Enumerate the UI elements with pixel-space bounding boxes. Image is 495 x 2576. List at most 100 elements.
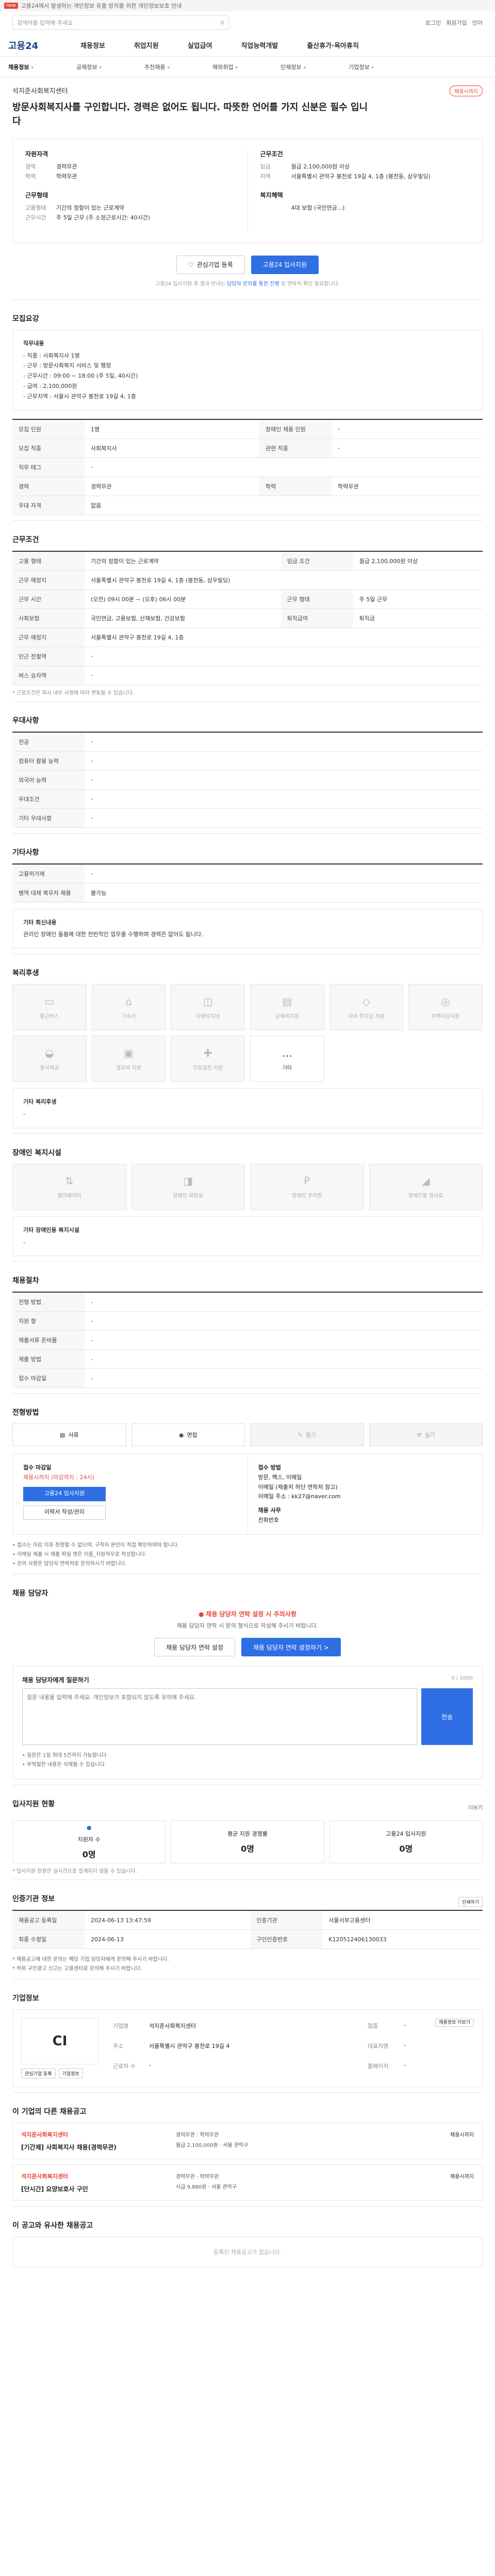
site-logo[interactable]: 고용24 [8,39,65,52]
kv-value: 월급 2,100,000원 이상 [291,163,350,170]
chevron-down-icon: ▾ [303,65,306,71]
subnav-item[interactable]: 채용정보 ▾ [8,63,76,71]
other-due: 채용시까지 [450,2132,474,2139]
table-row: 직무 태그 - [12,457,483,477]
login-link[interactable]: 로그인 [425,19,441,27]
menu-support[interactable]: 취업지원 [134,40,159,50]
search-icon[interactable]: ⚲ [220,20,224,26]
kv-key [260,204,291,213]
menu-unemployment[interactable]: 실업급여 [188,40,212,50]
company-interest-button[interactable]: 관심기업 등록 [21,2069,56,2079]
table-row: 접수 마감일 - [12,1368,483,1388]
notice-bar: new 고용24에서 발생하는 개인정보 유출 방지를 위한 개인정보보호 안내 [0,0,495,11]
section-title: 우대사항 [12,716,39,725]
stats-more-link[interactable]: 더보기 [468,1803,483,1811]
method-written: ✎ 필기 [250,1423,364,1447]
health-icon: ✚ [203,1046,212,1059]
resume-button[interactable]: 이력서 작성/관리 [23,1505,106,1520]
document-icon: ▤ [59,1431,65,1438]
company-more-button[interactable]: 채용정보 더보기 [435,2019,474,2027]
welfare-etc: 기타 복리후생 - [12,1088,483,1128]
qa-footnotes: • 질문은 1일 최대 5건까지 가능합니다. • 부적절한 내용은 삭제될 수… [22,1751,473,1770]
list-item[interactable]: 석지준사회복지센터 [단시간] 요양보호사 구인 경력무관 · 학력무관 시급 9… [12,2164,483,2201]
bus-icon: ▭ [44,995,55,1008]
notice-item: • 이메일 제출 시 제출 파일 명은 이름_지원직무로 작성합니다. [12,1552,147,1558]
job-title: 방문사회복지사를 구인합니다. 경력은 없어도 됩니다. 따뜻한 언어를 가지 … [12,102,368,127]
process-table: 전형 방법 - 지원 형- 제출서류 준비물 - 제출 방법 - 접수 마감일 - [12,1292,483,1388]
disability-item: ◨ 장애인 화장실 [131,1163,245,1210]
book-icon: ▤ [282,995,292,1008]
table-row: 채용공고 등록일 2024-06-13 13:47:59 인증기관 서울서부고용센터 [12,1910,483,1930]
subnav-item[interactable]: 인재정보 ▾ [280,63,349,71]
language-link[interactable]: 언어 [472,19,483,27]
contact-line: 이메일 (제출처 하단 연락처 참고) [258,1483,338,1490]
subnav-item[interactable]: 기업정보 ▾ [349,63,417,71]
list-item[interactable]: 석지준사회복지센터 [기간제] 사회복지사 채용(경력무관) 경력무관 · 학력무… [12,2123,483,2160]
section-title: 채용 담당자 [12,1589,48,1598]
main-menu: 채용정보 취업지원 실업급여 직업능력개발 출산휴가·육아휴직 [80,40,359,50]
box-line: 관리인 장애인 돌봄에 대한 전반적인 업무를 수행하며 경력은 없어도 됩니다… [23,931,203,938]
subnav-item[interactable]: 해외취업 ▾ [212,63,280,71]
table-row: 사회보험 국민연금, 고용보험, 산재보험, 건강보험 퇴직급여 퇴직금 [12,608,483,628]
job-headline: 석지준사회복지센터 방문사회복지사를 구인합니다. 경력은 없어도 됩니다. 따… [0,77,495,133]
summary-heading: 복지혜택 [260,192,283,199]
apply-button-secondary[interactable]: 고용24 입사지원 [23,1486,106,1501]
period-right: 접수 방법 방문, 팩스, 이메일 이메일 (제출처 하단 연락처 참고) 이메… [247,1454,483,1535]
company-info-button[interactable]: 기업정보 [58,2069,83,2079]
notice-text[interactable]: 고용24에서 발생하는 개인정보 유출 방지를 위한 개인정보보호 안내 [21,2,182,10]
table-row: 전공 - [12,732,483,752]
welfare-item: … 기타 [250,1036,324,1082]
interest-button[interactable]: ♡ 관심기업 등록 [176,255,245,274]
table-row: 병역 대체 복무자 채용 불가능 [12,883,483,903]
summary-right: 근무조건 임금 월급 2,100,000원 이상 지역 서울특별시 관악구 봉천로 … [247,149,483,232]
method-document: ▤ 서류 [12,1423,126,1447]
stat-card: ● 지원자 수 0명 [12,1820,166,1864]
disability-section: 장애인 복지시설 ⇅ 엘리베이터 ◨ 장애인 화장실 P 장애인 주차장 ◢ 장애인용 … [12,1133,483,1262]
chevron-down-icon: ▾ [167,65,170,71]
interview-icon: ◉ [178,1431,184,1438]
contact-line: 이메일 주소 : kk27@naver.com [258,1493,341,1500]
menu-leave[interactable]: 출산휴가·육아휴직 [307,40,359,50]
box-heading: 기타 장애인용 복지시설 [23,1226,79,1233]
menu-training[interactable]: 직업능력개발 [241,40,278,50]
section-title: 채용절차 [12,1277,39,1285]
kv-value: 기간의 정함이 있는 근로계약 [56,205,124,212]
disability-item: ◢ 장애인용 경사로 [369,1163,483,1210]
welfare-item: ◎ 주택자금지원 [408,984,483,1031]
kv-key: 지역 [260,173,271,180]
box-line: - [23,1239,25,1246]
welfare-grid: ▭ 통근버스 ⌂ 기숙사 ◫ 차량유지비 ▤ 교육비지원 ◇ 자녀 학자금 지원 ◎ 주택자… [12,984,483,1082]
apply-button[interactable]: 고용24 입사지원 [251,255,319,274]
search-input[interactable]: 검색어를 입력해 주세요 ⚲ [12,15,229,30]
period-left: 접수 마감일 채용시까지 (마감까지 : 24시) 고용24 입사지원 이력서 … [13,1454,248,1534]
table-row: 모집 인원 1명 장애인 채용 인원 - [12,419,483,439]
duty-box: 직무내용 - 직종 : 사회복지사 1명 - 근무 : 방문사회복지 서비스 및… [12,329,483,411]
empty-state: 등록된 채용공고가 없습니다. [12,2236,483,2268]
send-button[interactable]: 전송 [421,1688,473,1745]
other-title[interactable]: [단시간] 요양보호사 구인 [21,2184,176,2193]
print-button[interactable]: 인쇄하기 [458,1896,483,1907]
section-title: 모집요강 [12,314,39,323]
stats-section: 입사지원 현황 더보기 ● 지원자 수 0명 평균 지원 경쟁률 0명 고용24 입사… [12,1785,483,1879]
table-row: 최종 수정일 2024-06-13 구인인증번호 K120512406130033 [12,1929,483,1950]
other-title[interactable]: [기간제] 사회복지사 채용(경력무관) [21,2143,176,2151]
info-notes: * 채용공고에 대한 문의는 해당 기업 담당자에게 문의해 주시기 바랍니다.… [12,1955,483,1974]
chevron-down-icon: ▾ [235,65,238,71]
box-line: - [23,1110,25,1117]
section-title: 기타사항 [12,848,39,857]
table-row: 근무 예정지 서울특별시 관악구 봉천로 19길 4, 1층 [12,628,483,647]
toilet-icon: ◨ [183,1175,193,1188]
summary-heading: 근무형태 [25,192,48,199]
menu-jobs[interactable]: 채용정보 [80,40,105,50]
signup-link[interactable]: 회원가입 [446,19,467,27]
welfare-item: ▭ 통근버스 [12,984,87,1031]
qa-setting-button[interactable]: 채용 담당자 연락 설정 [154,1638,236,1657]
subnav-item[interactable]: 추천채용 ▾ [144,63,212,71]
qa-contact-button[interactable]: 채용 담당자 연락 설정하기 > [241,1638,341,1657]
job-summary: 자원자격 경력 경력무관 학력 학력무관 근무형태 고용형태 기간의 정함이 있는 근… [12,139,483,243]
other-table: 고용허가제 - 병역 대체 복무자 채용 불가능 [12,863,483,903]
kv-key: 고용형태 [25,205,46,212]
question-input[interactable] [22,1688,417,1745]
period-value: 채용시까지 (마감까지 : 24시) [23,1474,94,1481]
subnav-item[interactable]: 공채정보 ▾ [76,63,144,71]
